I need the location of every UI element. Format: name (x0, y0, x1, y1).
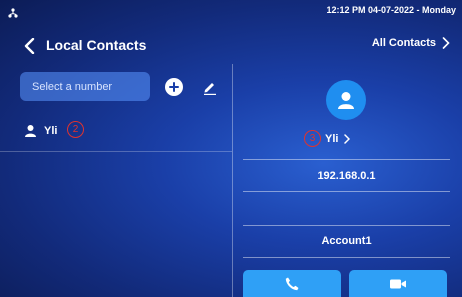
contact-name: Yli (44, 125, 58, 137)
status-time: 12:12 PM 04-07-2022 - Monday (326, 5, 456, 15)
edit-button[interactable] (201, 78, 219, 96)
page-title: Local Contacts (46, 37, 147, 53)
add-contact-button[interactable] (165, 78, 183, 96)
divider (243, 225, 450, 226)
annotation-marker: 3 (304, 130, 321, 147)
divider (243, 159, 450, 160)
ip-address: 192.168.0.1 (317, 170, 376, 182)
contact-detail-name: Yli (325, 133, 339, 145)
audio-call-button[interactable] (243, 270, 341, 297)
contact-list-item[interactable]: Yli (0, 118, 232, 150)
account-name: Account1 (321, 235, 372, 247)
all-contacts-label: All Contacts (371, 37, 436, 49)
divider (0, 151, 232, 152)
person-icon (24, 124, 37, 142)
plus-icon (169, 82, 179, 92)
phone-icon (285, 277, 299, 290)
network-icon (8, 5, 18, 18)
pencil-icon (204, 83, 216, 95)
chevron-left-icon (24, 38, 35, 54)
pane-divider (232, 64, 233, 297)
search-input[interactable] (20, 72, 150, 101)
video-camera-icon (390, 279, 406, 288)
video-call-button[interactable] (349, 270, 447, 297)
avatar (326, 80, 366, 120)
divider (243, 191, 450, 192)
annotation-marker: 2 (67, 121, 84, 138)
person-icon (338, 92, 354, 109)
all-contacts-button[interactable]: All Contacts (372, 37, 450, 49)
contact-detail-name-button[interactable]: Yli (325, 133, 351, 145)
chevron-right-icon (344, 134, 351, 144)
back-button[interactable] (18, 35, 40, 57)
chevron-right-icon (442, 37, 450, 49)
divider (243, 257, 450, 258)
